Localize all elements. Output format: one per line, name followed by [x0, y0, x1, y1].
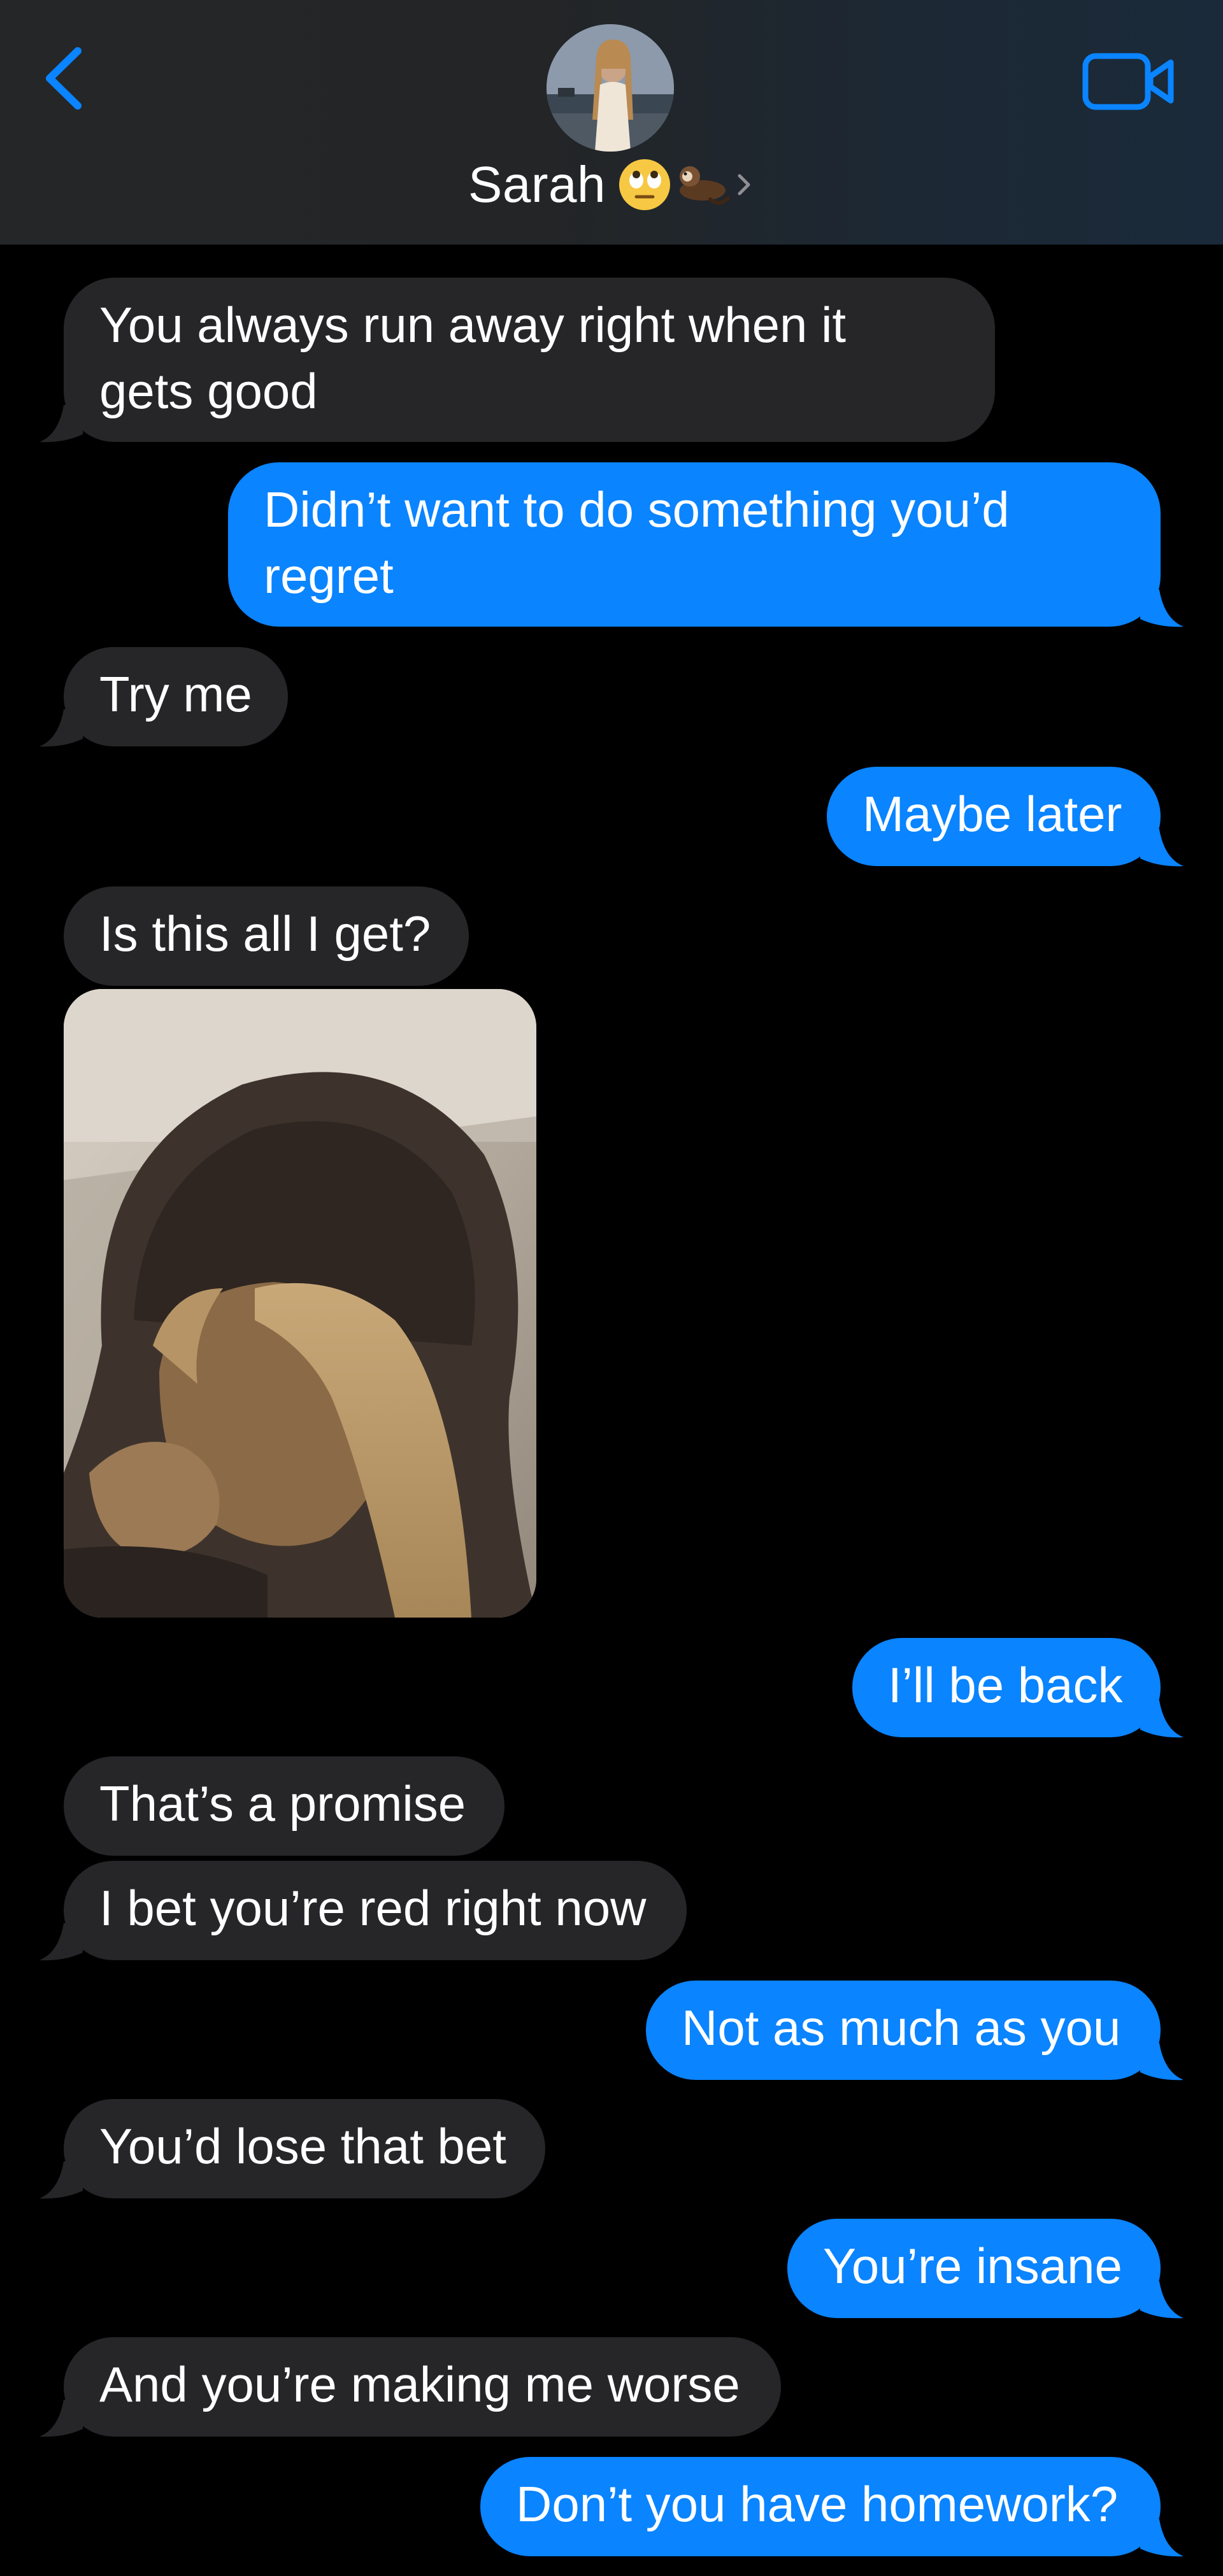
- received-message-bubble[interactable]: Is this all I get?: [64, 886, 469, 986]
- message-text-line: gets good: [99, 363, 318, 419]
- received-message-bubble[interactable]: Try me: [64, 647, 288, 746]
- video-camera-icon: [1082, 53, 1174, 110]
- sent-message-bubble[interactable]: Didn’t want to do something you’d regret: [228, 462, 1161, 627]
- message-text-line: regret: [264, 548, 394, 604]
- photo-attachment[interactable]: [64, 989, 536, 1618]
- message-text: Don’t you have homework?: [516, 2476, 1119, 2532]
- received-message-bubble[interactable]: And you’re making me worse: [64, 2337, 781, 2437]
- sent-message-bubble[interactable]: You’re insane: [787, 2219, 1161, 2318]
- message-text-line: You always run away right when it: [99, 297, 847, 353]
- bubble-tail: [1140, 2281, 1184, 2319]
- chevron-right-icon: [738, 174, 750, 196]
- back-button[interactable]: [33, 37, 97, 120]
- message-text: Not as much as you: [682, 2000, 1121, 2056]
- received-message-bubble[interactable]: I bet you’re red right now: [64, 1861, 687, 1960]
- sent-message-bubble[interactable]: Maybe later: [827, 767, 1161, 866]
- sent-message-bubble[interactable]: I’ll be back: [852, 1638, 1161, 1737]
- message-text: I’ll be back: [888, 1657, 1123, 1713]
- bubble-tail: [39, 2400, 83, 2437]
- contact-name: Sarah: [468, 156, 606, 213]
- received-message-bubble[interactable]: You always run away right when it gets g…: [64, 278, 995, 442]
- bubble-tail: [1140, 590, 1184, 627]
- sent-message-bubble[interactable]: Don’t you have homework?: [480, 2457, 1161, 2556]
- otter-icon: [679, 166, 730, 205]
- face-with-rolling-eyes-icon: [619, 159, 670, 210]
- message-text: You’re insane: [823, 2238, 1122, 2294]
- bubble-tail: [39, 405, 83, 443]
- bubble-tail: [1140, 2043, 1184, 2081]
- conversation-header: Sarah: [0, 0, 1223, 245]
- contact-emojis: [617, 157, 731, 212]
- profile-photo: [547, 24, 674, 152]
- hooded-selfie-image: [64, 989, 536, 1618]
- avatar[interactable]: [547, 24, 674, 152]
- message-text: That’s a promise: [99, 1775, 466, 1832]
- bubble-tail: [1140, 829, 1184, 867]
- facetime-video-button[interactable]: [1082, 50, 1177, 113]
- received-message-bubble[interactable]: That’s a promise: [64, 1756, 504, 1856]
- chevron-left-icon: [46, 47, 82, 110]
- message-text: You’d lose that bet: [99, 2118, 506, 2174]
- messages-screen: Sarah You always run away right when it …: [0, 0, 1223, 2576]
- bubble-tail: [39, 1923, 83, 1961]
- bubble-tail: [1140, 1700, 1184, 1738]
- bubble-tail: [1140, 2519, 1184, 2557]
- message-text: Maybe later: [862, 786, 1122, 842]
- message-text-line: Didn’t want to do something you’d: [264, 481, 1010, 537]
- bubble-tail: [39, 2161, 83, 2199]
- bubble-tail: [39, 709, 83, 747]
- contact-title[interactable]: Sarah: [0, 153, 1223, 217]
- sent-message-bubble[interactable]: Not as much as you: [646, 1981, 1161, 2080]
- message-text: Try me: [99, 666, 252, 722]
- message-text: Is this all I get?: [99, 906, 431, 962]
- received-message-bubble[interactable]: You’d lose that bet: [64, 2099, 545, 2198]
- message-text: I bet you’re red right now: [99, 1880, 647, 1936]
- message-text: And you’re making me worse: [99, 2356, 740, 2412]
